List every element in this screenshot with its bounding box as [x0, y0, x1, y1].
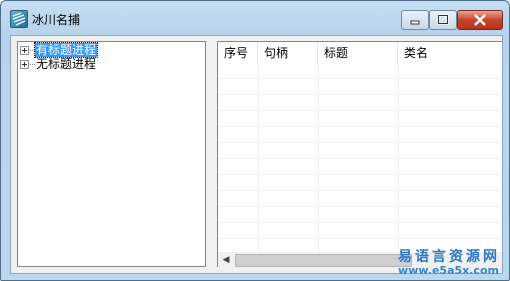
watermark-title: 易语言资源网	[398, 249, 500, 265]
process-tree[interactable]: 有标题进程 无标题进程	[17, 41, 206, 267]
title-bar[interactable]: 冰川名捕	[1, 1, 509, 35]
watermark-url: www.e5a5x.com	[398, 264, 499, 277]
close-icon	[474, 14, 486, 26]
column-header-index[interactable]: 序号	[218, 42, 258, 64]
tree-node-label[interactable]: 无标题进程	[35, 57, 97, 71]
list-header: 序号 句柄 标题 类名	[218, 42, 502, 64]
expand-icon[interactable]	[20, 60, 29, 69]
app-icon[interactable]	[10, 10, 28, 28]
main-window: 冰川名捕 有标题进程 无标题进程 序号 句柄 标题 类名 ◀ 易语言资源网 ww…	[0, 0, 510, 281]
maximize-icon	[437, 14, 449, 25]
client-area: 有标题进程 无标题进程 序号 句柄 标题 类名 ◀	[10, 35, 503, 274]
column-header-handle[interactable]: 句柄	[258, 42, 318, 64]
list-body[interactable]	[218, 64, 502, 252]
column-header-class[interactable]: 类名	[398, 42, 502, 64]
expand-icon[interactable]	[20, 46, 29, 55]
scroll-thumb[interactable]	[235, 254, 412, 267]
close-button[interactable]	[457, 10, 503, 30]
maximize-button[interactable]	[429, 10, 457, 30]
scroll-left-icon[interactable]: ◀	[218, 252, 234, 267]
column-header-title[interactable]: 标题	[318, 42, 398, 64]
tree-node-label[interactable]: 有标题进程	[33, 42, 99, 58]
window-list[interactable]: 序号 句柄 标题 类名 ◀	[217, 41, 502, 267]
window-title: 冰川名捕	[32, 13, 81, 27]
minimize-icon	[410, 20, 420, 25]
minimize-button[interactable]	[401, 10, 429, 30]
